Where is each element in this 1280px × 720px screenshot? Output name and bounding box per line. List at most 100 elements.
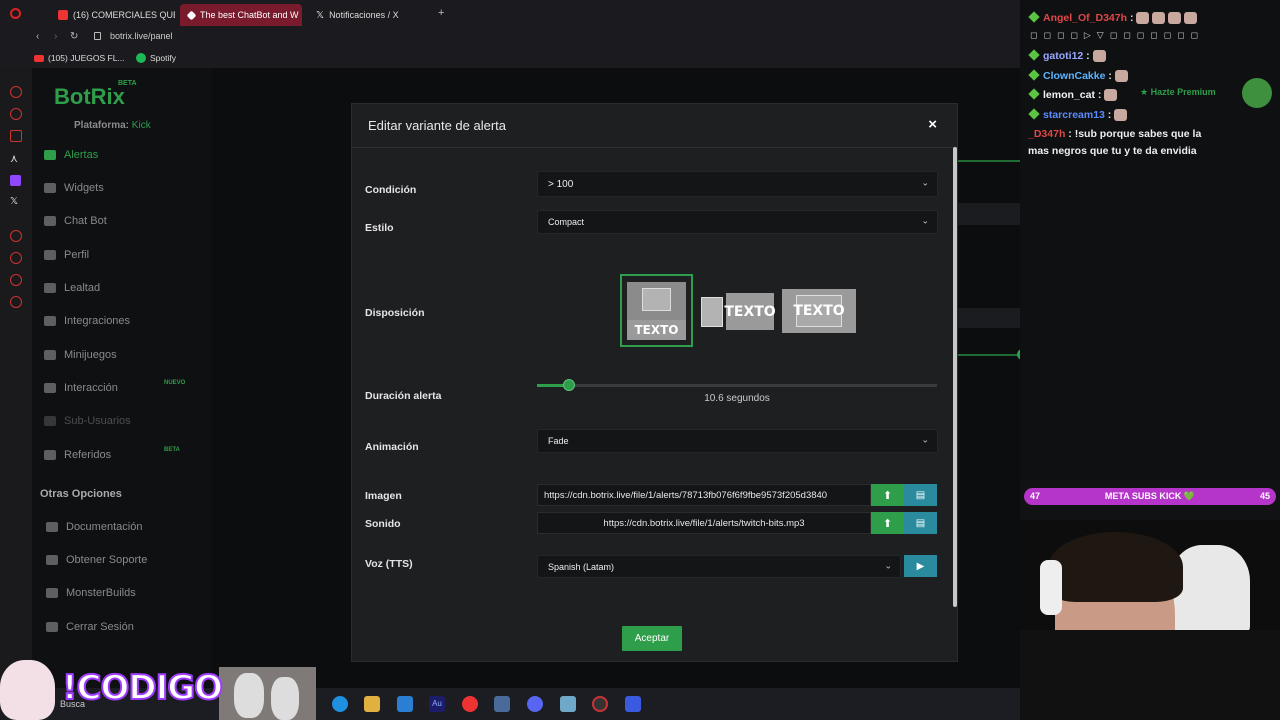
forward-icon[interactable]: › <box>54 31 57 42</box>
sidebar-item-minijuegos[interactable]: Minijuegos <box>44 349 117 361</box>
chevron-down-icon: ⌄ <box>921 177 929 188</box>
chevron-down-icon: ⌄ <box>921 434 929 445</box>
edge-icon[interactable] <box>332 696 348 712</box>
file-explorer-icon[interactable] <box>364 696 380 712</box>
bookmark-label: (105) JUEGOS FL... <box>48 53 125 63</box>
emote-icon <box>1136 12 1150 25</box>
nav-label: Interacción <box>64 382 118 394</box>
animation-select[interactable]: Fade ⌄ <box>537 429 938 453</box>
spotify-icon <box>136 53 146 63</box>
address-bar: ‹ › ↻ botrix.live/panel <box>0 28 1020 48</box>
sidebar-app-icon[interactable] <box>10 108 22 120</box>
sidebar-app-icon[interactable] <box>10 252 22 264</box>
x-icon[interactable]: 𝕏 <box>10 196 18 207</box>
emote-icon <box>1114 70 1128 83</box>
discord-icon[interactable] <box>527 696 543 712</box>
platform-label: Plataforma: <box>74 120 130 131</box>
condition-select[interactable]: > 100 ⌄ <box>537 171 938 197</box>
bookmark-item[interactable]: (105) JUEGOS FL... <box>34 53 125 63</box>
webcam-feed <box>1020 520 1280 720</box>
layout-text: TEXTO <box>627 320 686 340</box>
sidebar-app-icon[interactable] <box>10 230 22 242</box>
layout-label: Disposición <box>365 307 425 319</box>
image-url-input[interactable]: https://cdn.botrix.live/file/1/alerts/78… <box>537 484 871 506</box>
sidebar-app-icon[interactable] <box>10 130 22 142</box>
animation-value: Fade <box>548 436 569 446</box>
platform-value: Kick <box>131 120 151 131</box>
sidebar-item-documentacion[interactable]: Documentación <box>46 521 142 533</box>
tab-label: The best ChatBot and W <box>200 10 299 20</box>
sidebar-item-monsterbuilds[interactable]: MonsterBuilds <box>46 587 136 599</box>
sound-library-button[interactable]: ▤ <box>904 512 937 534</box>
robot-icon <box>44 216 56 226</box>
sidebar-item-lealtad[interactable]: Lealtad <box>44 282 100 294</box>
chat-username: lemon_cat <box>1043 89 1095 101</box>
animation-label: Animación <box>365 441 419 453</box>
new-tab-button[interactable]: + <box>438 7 444 19</box>
layout-option-overlay[interactable]: TEXTO <box>782 289 856 333</box>
sound-url-input[interactable]: https://cdn.botrix.live/file/1/alerts/tw… <box>537 512 871 534</box>
sidebar-item-perfil[interactable]: Perfil <box>44 249 89 261</box>
app-icon[interactable] <box>625 696 641 712</box>
sidebar-item-referidos[interactable]: Referidos <box>44 449 111 461</box>
sidebar-item-alertas[interactable]: Alertas <box>44 149 98 161</box>
store-icon[interactable] <box>397 696 413 712</box>
layout-option-vertical[interactable]: TEXTO <box>620 274 693 347</box>
style-select[interactable]: Compact ⌄ <box>537 210 938 234</box>
lock-icon <box>94 32 101 40</box>
play-icon: ▶ <box>916 560 925 572</box>
arc-icon[interactable]: ⋏ <box>10 152 18 165</box>
bg-select <box>956 203 1020 225</box>
browser-tab-strip: (16) COMERCIALES QUE The best ChatBot an… <box>0 0 1020 28</box>
app-icon[interactable] <box>494 696 510 712</box>
sidebar-item-widgets[interactable]: Widgets <box>44 182 104 194</box>
app-sidebar: BotRix BETA Plataforma: Kick Alertas Wid… <box>32 68 212 688</box>
opera-logo-icon[interactable] <box>10 8 21 19</box>
obs-icon[interactable] <box>592 696 608 712</box>
duration-slider[interactable] <box>537 379 937 391</box>
sidebar-item-soporte[interactable]: Obtener Soporte <box>46 554 147 566</box>
nav-label: Alertas <box>64 149 99 161</box>
subs-goal-bar: 47 META SUBS KICK 💚 45 <box>1024 488 1276 505</box>
sidebar-item-subusuarios[interactable]: Sub-Usuarios <box>44 415 131 427</box>
accept-button[interactable]: Aceptar <box>622 626 682 651</box>
sidebar-item-integraciones[interactable]: Integraciones <box>44 315 130 327</box>
nav-label: Integraciones <box>64 315 131 327</box>
style-value: Compact <box>548 217 585 227</box>
audition-icon[interactable]: Au <box>429 696 445 712</box>
upload-sound-button[interactable]: ⬆ <box>871 512 904 534</box>
media-player-icon[interactable] <box>462 696 478 712</box>
browser-tab[interactable]: (16) COMERCIALES QUE <box>50 4 175 26</box>
sidebar-item-interaccion[interactable]: Interacción <box>44 382 118 394</box>
nav-label: Widgets <box>64 182 104 194</box>
sidebar-app-icon[interactable] <box>10 86 22 98</box>
sidebar-app-icon[interactable] <box>10 274 22 286</box>
browser-tab[interactable]: 𝕏 Notificaciones / X <box>308 4 428 26</box>
slider-thumb[interactable] <box>563 379 575 391</box>
sidebar-item-chatbot[interactable]: Chat Bot <box>44 215 107 227</box>
image-placeholder-icon <box>701 297 723 327</box>
chevron-down-icon: ⌄ <box>884 559 892 570</box>
voice-select[interactable]: Spanish (Latam) ⌄ <box>537 555 901 578</box>
duration-value: 10.6 segundos <box>704 393 770 404</box>
app-icon[interactable] <box>560 696 576 712</box>
modal-scrollbar[interactable] <box>953 147 957 607</box>
layout-option-horizontal[interactable]: TEXTO <box>701 293 776 330</box>
condition-label: Condición <box>365 184 417 196</box>
browser-sidebar: ⋏ 𝕏 <box>0 68 32 688</box>
bookmark-item[interactable]: Spotify <box>136 53 176 63</box>
settings-icon[interactable] <box>10 296 22 308</box>
sidebar-item-cerrar-sesion[interactable]: Cerrar Sesión <box>46 621 134 633</box>
close-button[interactable]: × <box>928 116 937 133</box>
reload-icon[interactable]: ↻ <box>70 31 78 42</box>
gallery-icon: ▤ <box>915 517 926 529</box>
url-text[interactable]: botrix.live/panel <box>110 31 173 41</box>
upload-image-button[interactable]: ⬆ <box>871 484 904 506</box>
image-library-button[interactable]: ▤ <box>904 484 937 506</box>
botrix-logo[interactable]: BotRix <box>54 84 125 110</box>
gamepad-icon <box>44 350 56 360</box>
play-voice-button[interactable]: ▶ <box>904 555 937 577</box>
browser-tab-active[interactable]: The best ChatBot and W <box>180 4 302 26</box>
twitch-icon[interactable] <box>10 175 21 186</box>
back-icon[interactable]: ‹ <box>36 31 39 42</box>
